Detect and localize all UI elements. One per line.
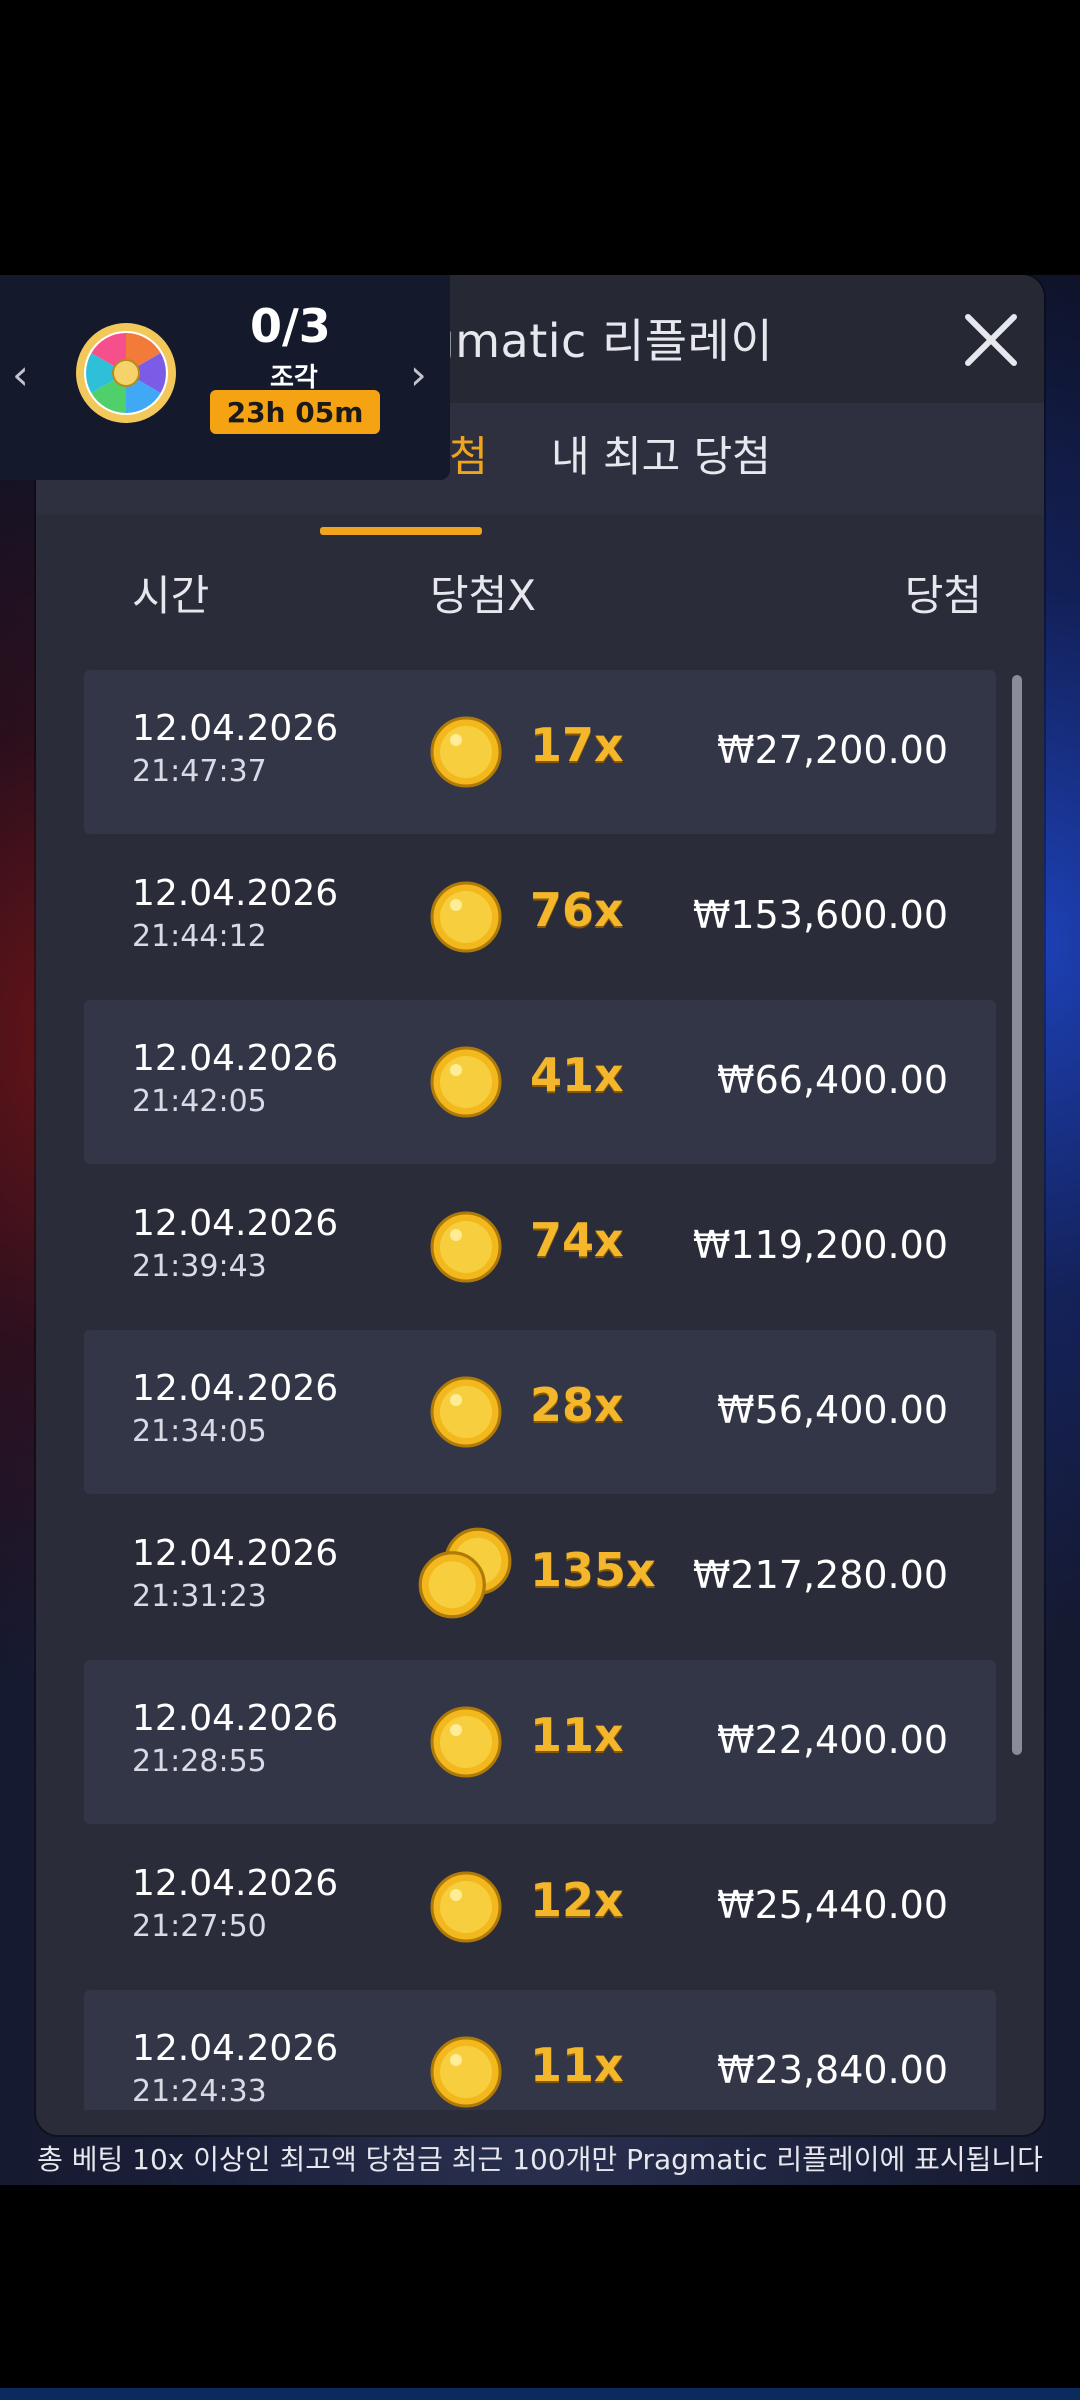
- scrollbar[interactable]: [1012, 675, 1022, 1755]
- win-amount: ₩56,400.00: [717, 1388, 948, 1432]
- win-multiplier: 41x: [530, 1048, 624, 1102]
- footnote: 총 베팅 10x 이상인 최고액 당첨금 최근 100개만 Pragmatic …: [37, 2143, 1043, 2176]
- win-date: 12.04.2026: [132, 1203, 339, 1244]
- win-multiplier: 11x: [530, 1708, 624, 1762]
- win-multiplier: 12x: [530, 1873, 624, 1927]
- win-amount: ₩66,400.00: [717, 1058, 948, 1102]
- table-row: 12.04.2026 21:39:43 74x ₩119,200.00: [84, 1165, 996, 1329]
- close-button[interactable]: [956, 305, 1026, 375]
- coin-icon: [430, 1871, 502, 1943]
- coin-icon: [430, 1706, 502, 1778]
- wheel-icon: [76, 323, 176, 423]
- previous-arrow-icon[interactable]: ‹: [12, 350, 29, 399]
- win-date: 12.04.2026: [132, 2028, 339, 2069]
- win-time: 21:31:23: [132, 1579, 267, 1614]
- column-header: 시간 당첨X 당첨: [36, 537, 1044, 647]
- next-arrow-icon[interactable]: ›: [410, 350, 427, 399]
- win-multiplier: 11x: [530, 2038, 624, 2092]
- bottom-edge: [0, 2388, 1080, 2400]
- coin-icon: [430, 1046, 502, 1118]
- win-amount: ₩119,200.00: [692, 1223, 948, 1267]
- win-multiplier: 135x: [530, 1543, 656, 1597]
- win-date: 12.04.2026: [132, 1368, 339, 1409]
- win-time: 21:47:37: [132, 754, 267, 789]
- wins-list[interactable]: 12.04.2026 21:47:37 17x ₩27,200.00 12.04.202…: [36, 670, 1044, 2110]
- win-date: 12.04.2026: [132, 1698, 339, 1739]
- win-date: 12.04.2026: [132, 873, 339, 914]
- win-time: 21:39:43: [132, 1249, 267, 1284]
- win-date: 12.04.2026: [132, 708, 339, 749]
- win-amount: ₩22,400.00: [717, 1718, 948, 1762]
- tab-my-best-wins[interactable]: 내 최고 당첨: [551, 423, 771, 484]
- close-icon: [965, 314, 1017, 366]
- column-time: 시간: [132, 571, 210, 620]
- win-amount: ₩217,280.00: [692, 1553, 948, 1597]
- win-time: 21:42:05: [132, 1084, 267, 1119]
- win-time: 21:44:12: [132, 919, 267, 954]
- table-row: 12.04.2026 21:28:55 11x ₩22,400.00: [84, 1660, 996, 1824]
- win-amount: ₩153,600.00: [692, 893, 948, 937]
- win-time: 21:34:05: [132, 1414, 267, 1449]
- win-date: 12.04.2026: [132, 1863, 339, 1904]
- column-win: 당첨: [904, 571, 982, 620]
- coin-icon: [430, 716, 502, 788]
- table-row: 12.04.2026 21:34:05 28x ₩56,400.00: [84, 1330, 996, 1494]
- table-row: 12.04.2026 21:42:05 41x ₩66,400.00: [84, 1000, 996, 1164]
- replay-panel: Pragmatic 리플레이 최신 당첨 내 최고 당첨 시간 당첨X 당첨 1…: [36, 275, 1044, 2135]
- win-multiplier: 17x: [530, 718, 624, 772]
- win-date: 12.04.2026: [132, 1533, 339, 1574]
- win-multiplier: 76x: [530, 883, 624, 937]
- coin-icon: [430, 2036, 502, 2108]
- table-row: 12.04.2026 21:31:23 135x ₩217,280.00: [84, 1495, 996, 1659]
- win-date: 12.04.2026: [132, 1038, 339, 1079]
- coin-icon: [430, 881, 502, 953]
- wheel-progress-card[interactable]: ‹ 0/3 조각 23h 05m ›: [0, 275, 450, 480]
- win-multiplier: 28x: [530, 1378, 624, 1432]
- pieces-label: 조각: [270, 363, 318, 393]
- table-row: 12.04.2026 21:47:37 17x ₩27,200.00: [84, 670, 996, 834]
- win-time: 21:24:33: [132, 2074, 267, 2109]
- coin-stack-icon: [418, 1527, 512, 1619]
- coin-icon: [430, 1211, 502, 1283]
- countdown-timer: 23h 05m: [210, 390, 380, 434]
- win-amount: ₩25,440.00: [717, 1883, 948, 1927]
- win-amount: ₩23,840.00: [717, 2048, 948, 2092]
- win-time: 21:28:55: [132, 1744, 267, 1779]
- win-multiplier: 74x: [530, 1213, 624, 1267]
- pieces-progress: 0/3: [250, 299, 331, 353]
- column-multiplier: 당첨X: [430, 571, 537, 620]
- table-row: 12.04.2026 21:27:50 12x ₩25,440.00: [84, 1825, 996, 1989]
- coin-icon: [430, 1376, 502, 1448]
- active-tab-indicator: [320, 527, 482, 535]
- win-time: 21:27:50: [132, 1909, 267, 1944]
- table-row: 12.04.2026 21:44:12 76x ₩153,600.00: [84, 835, 996, 999]
- table-row: 12.04.2026 21:24:33 11x ₩23,840.00: [84, 1990, 996, 2110]
- win-amount: ₩27,200.00: [717, 728, 948, 772]
